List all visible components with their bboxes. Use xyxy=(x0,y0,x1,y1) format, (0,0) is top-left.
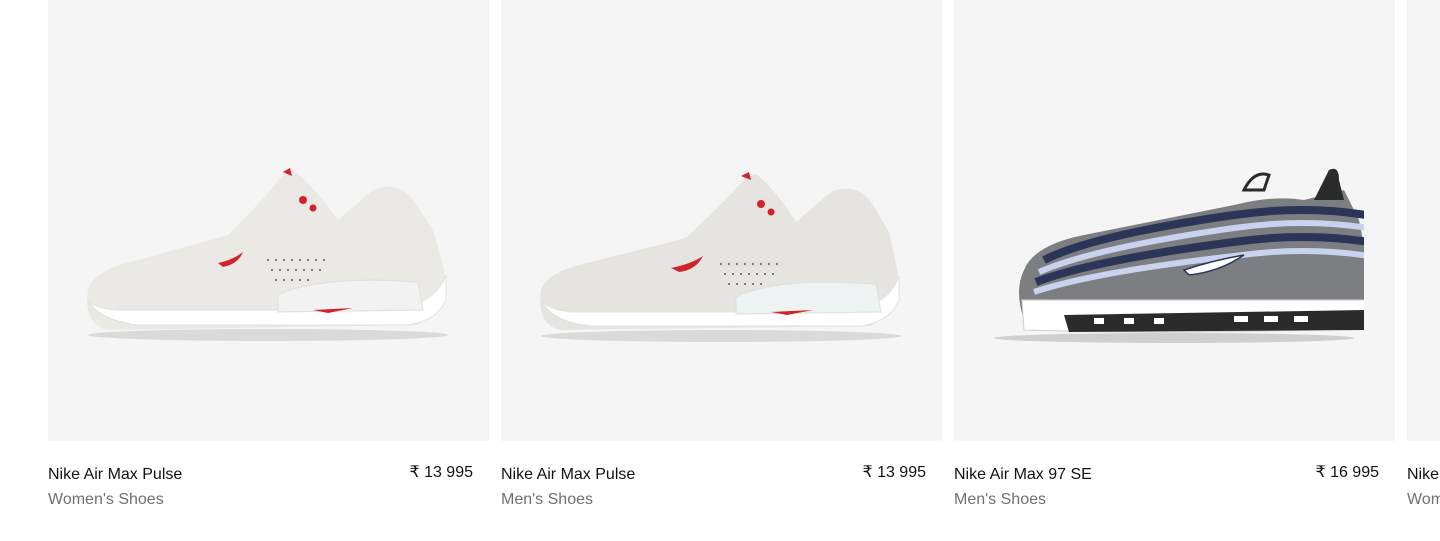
product-card[interactable]: Nike Wom xyxy=(1407,0,1440,509)
product-info: Nike Air Max 97 SE Men's Shoes ₹ 16 995 xyxy=(954,441,1395,509)
product-price: ₹ 13 995 xyxy=(409,464,473,481)
product-price: ₹ 13 995 xyxy=(862,464,926,481)
product-category: Wom xyxy=(1407,491,1440,508)
product-text: Nike Air Max Pulse Men's Shoes xyxy=(501,466,635,509)
product-text: Nike Air Max Pulse Women's Shoes xyxy=(48,466,182,509)
navy-grey-sneaker-image xyxy=(994,168,1364,343)
product-name[interactable]: Nike Air Max 97 SE xyxy=(954,466,1092,484)
product-carousel: Nike Air Max Pulse Women's Shoes ₹ 13 99… xyxy=(0,0,1440,541)
white-red-sneaker-image xyxy=(87,168,448,341)
product-image[interactable] xyxy=(48,0,489,441)
product-text: Nike Wom xyxy=(1407,466,1440,509)
product-name[interactable]: Nike xyxy=(1407,466,1440,484)
product-info: Nike Air Max Pulse Men's Shoes ₹ 13 995 xyxy=(501,441,942,509)
product-name[interactable]: Nike Air Max Pulse xyxy=(48,466,182,484)
product-price: ₹ 16 995 xyxy=(1315,464,1379,481)
product-image[interactable] xyxy=(954,0,1395,441)
product-info: Nike Wom xyxy=(1407,441,1440,509)
carousel-track: Nike Air Max Pulse Women's Shoes ₹ 13 99… xyxy=(48,0,1440,509)
product-card[interactable]: Nike Air Max 97 SE Men's Shoes ₹ 16 995 xyxy=(954,0,1395,509)
white-red-sneaker-image xyxy=(540,172,901,342)
product-image[interactable] xyxy=(1407,0,1440,441)
product-name[interactable]: Nike Air Max Pulse xyxy=(501,466,635,484)
product-image[interactable] xyxy=(501,0,942,441)
product-category: Women's Shoes xyxy=(48,491,164,508)
product-card[interactable]: Nike Air Max Pulse Men's Shoes ₹ 13 995 xyxy=(501,0,942,509)
product-category: Men's Shoes xyxy=(501,491,593,508)
product-text: Nike Air Max 97 SE Men's Shoes xyxy=(954,466,1092,509)
product-info: Nike Air Max Pulse Women's Shoes ₹ 13 99… xyxy=(48,441,489,509)
product-card[interactable]: Nike Air Max Pulse Women's Shoes ₹ 13 99… xyxy=(48,0,489,509)
product-category: Men's Shoes xyxy=(954,491,1046,508)
